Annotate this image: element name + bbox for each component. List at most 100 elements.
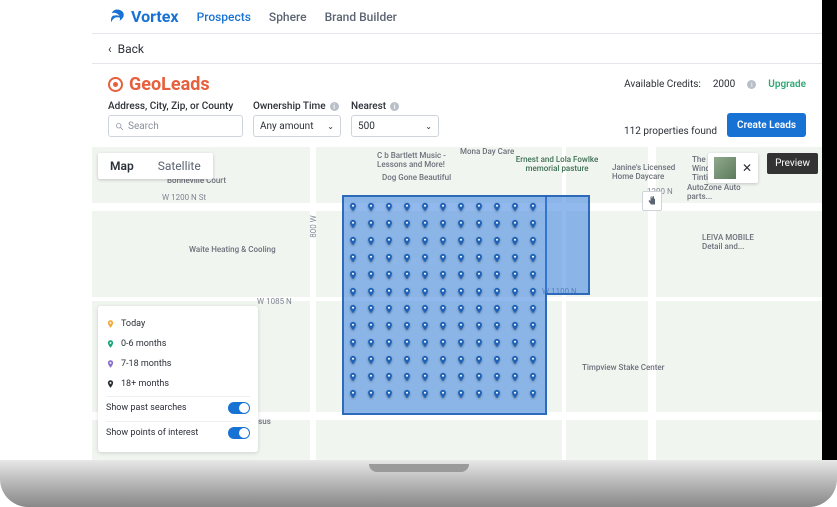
property-pin[interactable]: [492, 335, 502, 349]
property-pin[interactable]: [402, 318, 412, 332]
property-pin[interactable]: [456, 335, 466, 349]
property-pin[interactable]: [348, 233, 358, 247]
property-pin[interactable]: [348, 250, 358, 264]
property-pin[interactable]: [402, 267, 412, 281]
property-pin[interactable]: [420, 352, 430, 366]
property-pin[interactable]: [348, 216, 358, 230]
property-pin[interactable]: [420, 199, 430, 213]
property-pin[interactable]: [366, 199, 376, 213]
property-pin[interactable]: [528, 250, 538, 264]
property-pin[interactable]: [456, 386, 466, 400]
property-pin[interactable]: [456, 284, 466, 298]
property-pin[interactable]: [384, 318, 394, 332]
property-pin[interactable]: [528, 216, 538, 230]
property-pin[interactable]: [510, 301, 520, 315]
property-pin[interactable]: [474, 284, 484, 298]
property-pin[interactable]: [474, 233, 484, 247]
property-pin[interactable]: [348, 335, 358, 349]
property-pin[interactable]: [474, 199, 484, 213]
property-pin[interactable]: [528, 284, 538, 298]
property-pin[interactable]: [348, 386, 358, 400]
property-pin[interactable]: [510, 233, 520, 247]
property-pin[interactable]: [510, 216, 520, 230]
nav-sphere[interactable]: Sphere: [269, 10, 307, 24]
property-pin[interactable]: [456, 216, 466, 230]
property-pin[interactable]: [474, 352, 484, 366]
property-pin[interactable]: [456, 233, 466, 247]
nav-prospects[interactable]: Prospects: [197, 10, 251, 24]
property-pin[interactable]: [474, 335, 484, 349]
property-pin[interactable]: [366, 386, 376, 400]
property-pin[interactable]: [384, 267, 394, 281]
property-pin[interactable]: [510, 199, 520, 213]
info-icon[interactable]: i: [330, 102, 339, 111]
property-pin[interactable]: [384, 199, 394, 213]
property-pin[interactable]: [528, 301, 538, 315]
property-pin[interactable]: [384, 233, 394, 247]
property-pin[interactable]: [348, 199, 358, 213]
property-pin[interactable]: [384, 216, 394, 230]
property-pin[interactable]: [528, 352, 538, 366]
property-pin[interactable]: [384, 386, 394, 400]
property-pin[interactable]: [528, 267, 538, 281]
property-pin[interactable]: [420, 233, 430, 247]
property-pin[interactable]: [348, 267, 358, 281]
create-leads-button[interactable]: Create Leads: [727, 113, 806, 137]
property-pin[interactable]: [384, 335, 394, 349]
property-pin[interactable]: [438, 386, 448, 400]
draw-polygon-button[interactable]: [642, 191, 662, 211]
back-button[interactable]: ‹ Back: [92, 34, 822, 64]
property-pin[interactable]: [366, 369, 376, 383]
property-pin[interactable]: [528, 369, 538, 383]
property-pin[interactable]: [456, 352, 466, 366]
property-pin[interactable]: [384, 284, 394, 298]
property-pin[interactable]: [510, 250, 520, 264]
property-pin[interactable]: [402, 216, 412, 230]
property-pin[interactable]: [510, 318, 520, 332]
property-pin[interactable]: [528, 233, 538, 247]
property-pin[interactable]: [420, 267, 430, 281]
property-pin[interactable]: [420, 335, 430, 349]
nav-brand-builder[interactable]: Brand Builder: [325, 10, 397, 24]
property-pin[interactable]: [510, 369, 520, 383]
property-pin[interactable]: [366, 216, 376, 230]
property-pin[interactable]: [348, 369, 358, 383]
property-pin[interactable]: [492, 267, 502, 281]
property-pin[interactable]: [456, 301, 466, 315]
property-pin[interactable]: [366, 233, 376, 247]
property-pin[interactable]: [438, 199, 448, 213]
info-icon[interactable]: i: [390, 102, 399, 111]
property-pin[interactable]: [366, 335, 376, 349]
property-pin[interactable]: [402, 199, 412, 213]
property-pin[interactable]: [366, 301, 376, 315]
property-pin[interactable]: [492, 216, 502, 230]
property-pin[interactable]: [384, 250, 394, 264]
property-pin[interactable]: [492, 250, 502, 264]
property-pin[interactable]: [366, 352, 376, 366]
property-pin[interactable]: [366, 318, 376, 332]
property-pin[interactable]: [402, 352, 412, 366]
property-pin[interactable]: [438, 267, 448, 281]
property-pin[interactable]: [420, 250, 430, 264]
property-pin[interactable]: [438, 318, 448, 332]
property-pin[interactable]: [528, 386, 538, 400]
property-pin[interactable]: [438, 352, 448, 366]
property-pin[interactable]: [348, 284, 358, 298]
property-pin[interactable]: [492, 284, 502, 298]
property-pin[interactable]: [438, 301, 448, 315]
property-pin[interactable]: [438, 216, 448, 230]
property-pin[interactable]: [438, 233, 448, 247]
property-pin[interactable]: [420, 284, 430, 298]
upgrade-link[interactable]: Upgrade: [768, 79, 806, 90]
preview-button[interactable]: Preview: [767, 153, 818, 174]
ownership-select[interactable]: Any amount ⌄: [253, 115, 341, 137]
property-pin[interactable]: [474, 301, 484, 315]
property-pin[interactable]: [474, 369, 484, 383]
property-pin[interactable]: [402, 284, 412, 298]
search-input[interactable]: Search: [108, 115, 243, 137]
property-pin[interactable]: [420, 369, 430, 383]
property-pin[interactable]: [348, 318, 358, 332]
property-pin[interactable]: [366, 284, 376, 298]
property-pin[interactable]: [438, 369, 448, 383]
tab-satellite[interactable]: Satellite: [146, 153, 213, 179]
